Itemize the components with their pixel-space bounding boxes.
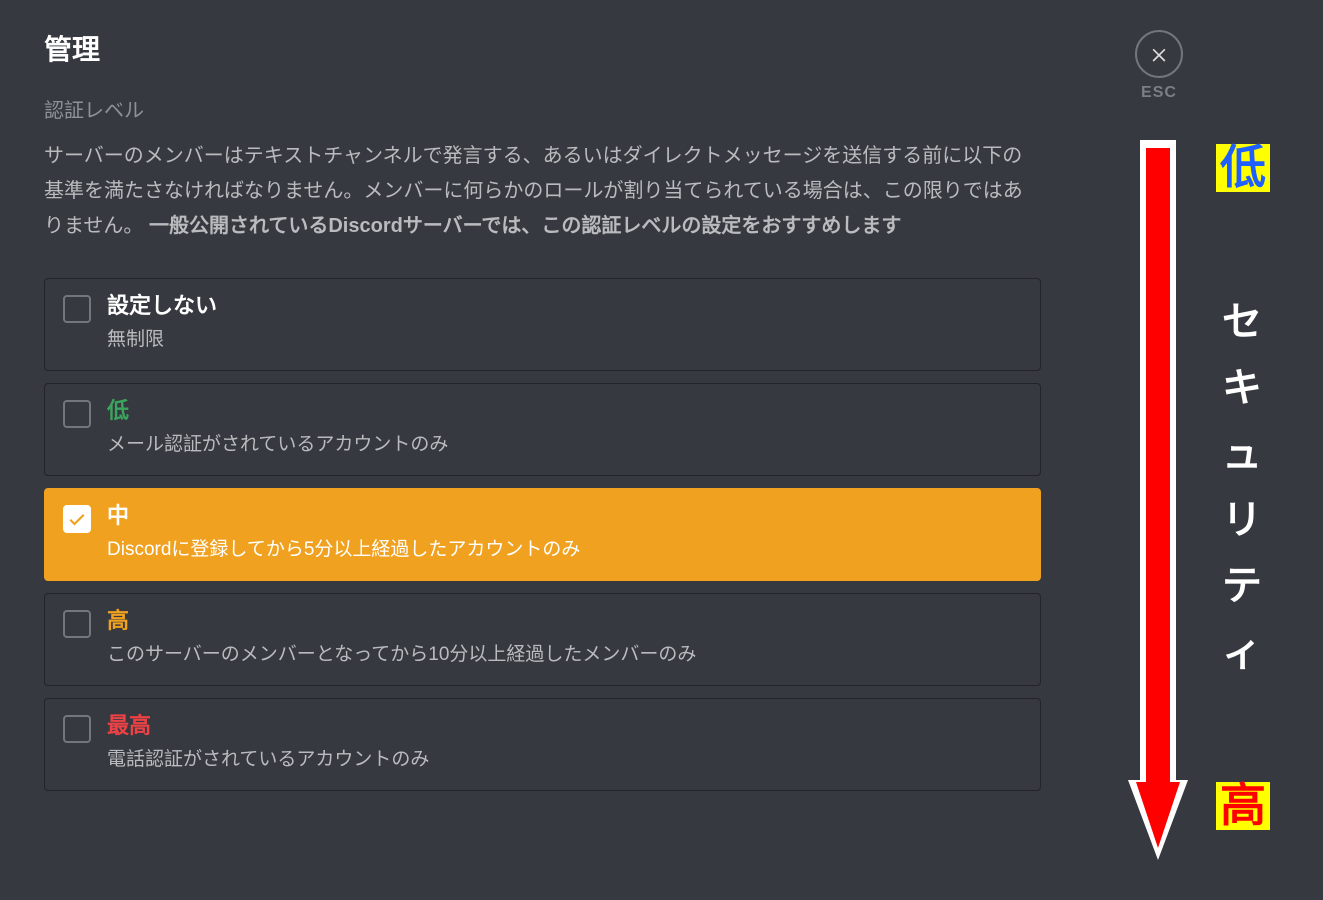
close-esc-label: ESC (1141, 84, 1177, 102)
page-title: 管理 (44, 28, 1041, 68)
option-text: 設定しない 無制限 (107, 293, 217, 354)
verification-description-bold: 一般公開されているDiscordサーバーでは、この認証レベルの設定をおすすめしま… (149, 215, 901, 237)
option-text: 高 このサーバーのメンバーとなってから10分以上経過したメンバーのみ (107, 608, 696, 669)
option-title: 高 (107, 608, 696, 634)
annotation-arrow (1123, 140, 1193, 860)
option-desc: メール認証がされているアカウントのみ (107, 432, 448, 459)
section-label-verification: 認証レベル (44, 94, 1041, 123)
annotation-labels: 低 セ キ ュ リ テ ィ 高 (1193, 140, 1293, 860)
annotation-tag-low: 低 (1216, 144, 1270, 192)
verification-option-highest[interactable]: 最高 電話認証がされているアカウントのみ (44, 698, 1041, 791)
verification-option-low[interactable]: 低 メール認証がされているアカウントのみ (44, 383, 1041, 476)
option-title: 中 (107, 503, 580, 529)
option-text: 中 Discordに登録してから5分以上経過したアカウントのみ (107, 503, 580, 564)
moderation-settings-panel: 管理 認証レベル サーバーのメンバーはテキストチャンネルで発言する、あるいはダイ… (0, 0, 1085, 900)
annotation-vertical-label: セ キ ュ リ テ ィ (1222, 289, 1264, 685)
option-title: 低 (107, 398, 448, 424)
option-title: 最高 (107, 713, 429, 739)
verification-options-list: 設定しない 無制限 低 メール認証がされているアカウントのみ 中 (44, 278, 1041, 791)
close-button[interactable]: ESC (1135, 30, 1183, 102)
option-desc: 電話認証がされているアカウントのみ (107, 747, 429, 774)
checkbox-icon (63, 505, 91, 533)
annotation-tag-high: 高 (1216, 782, 1270, 830)
option-text: 最高 電話認証がされているアカウントのみ (107, 713, 429, 774)
close-icon (1135, 30, 1183, 78)
option-desc: このサーバーのメンバーとなってから10分以上経過したメンバーのみ (107, 642, 696, 669)
checkbox-icon (63, 400, 91, 428)
security-annotation: 低 セ キ ュ リ テ ィ 高 (1123, 140, 1293, 860)
option-text: 低 メール認証がされているアカウントのみ (107, 398, 448, 459)
option-desc: 無制限 (107, 327, 217, 354)
verification-option-none[interactable]: 設定しない 無制限 (44, 278, 1041, 371)
option-title: 設定しない (107, 293, 217, 319)
verification-option-high[interactable]: 高 このサーバーのメンバーとなってから10分以上経過したメンバーのみ (44, 593, 1041, 686)
checkbox-icon (63, 610, 91, 638)
verification-option-medium[interactable]: 中 Discordに登録してから5分以上経過したアカウントのみ (44, 488, 1041, 581)
option-desc: Discordに登録してから5分以上経過したアカウントのみ (107, 537, 580, 564)
verification-description: サーバーのメンバーはテキストチャンネルで発言する、あるいはダイレクトメッセージを… (44, 139, 1041, 244)
checkbox-icon (63, 715, 91, 743)
checkbox-icon (63, 295, 91, 323)
